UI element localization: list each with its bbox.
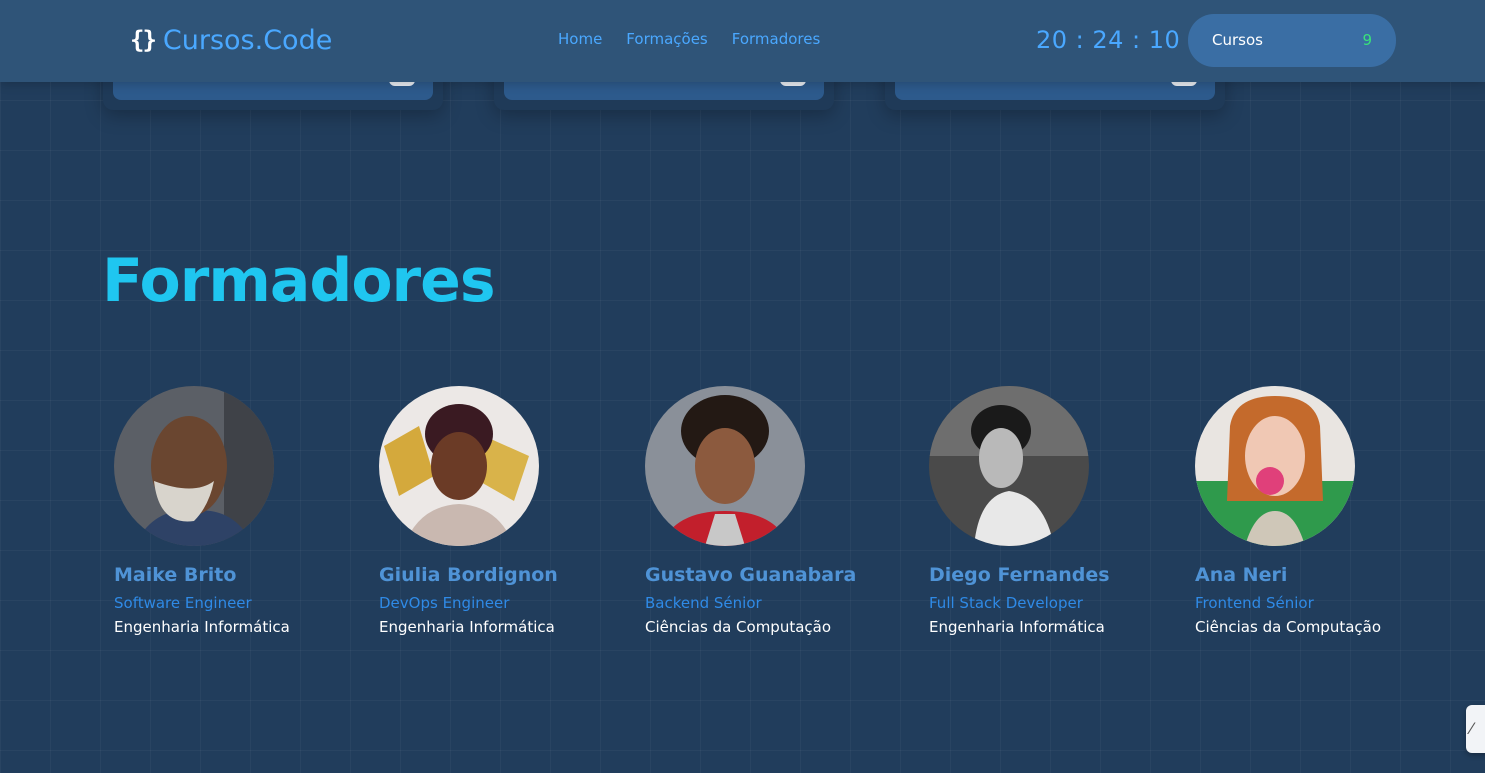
trainer-name: Maike Brito (114, 564, 237, 586)
trainer-degree: Engenharia Informática (114, 618, 290, 636)
logo[interactable]: {} Cursos.Code (130, 22, 332, 58)
courses-count-badge: 9 (1362, 31, 1372, 49)
nav-link-formacoes[interactable]: Formações (626, 30, 707, 48)
trainer-role: Software Engineer (114, 594, 252, 612)
translate-widget-button[interactable]: ⁄ (1466, 705, 1485, 753)
trainer-name: Giulia Bordignon (379, 564, 558, 586)
trainer-role: Frontend Sénior (1195, 594, 1314, 612)
braces-icon: {} (130, 26, 157, 54)
logo-text: Cursos.Code (162, 24, 333, 56)
trainer-role: Backend Sénior (645, 594, 762, 612)
avatar (929, 386, 1089, 546)
site-header: {} Cursos.Code Home Formações Formadores… (0, 0, 1485, 82)
main-nav: Home Formações Formadores (558, 30, 820, 48)
trainer-role: Full Stack Developer (929, 594, 1083, 612)
trainer-card: Maike Brito Software Engineer Engenharia… (114, 386, 384, 636)
section-title: Formadores (102, 246, 496, 316)
trainer-degree: Ciências da Computação (1195, 618, 1382, 636)
trainer-name: Diego Fernandes (929, 564, 1110, 586)
trainer-name: Gustavo Guanabara (645, 564, 857, 586)
trainer-card: Ana Neri Frontend Sénior Ciências da Com… (1195, 386, 1465, 636)
trainer-role: DevOps Engineer (379, 594, 510, 612)
trainer-card: Giulia Bordignon DevOps Engineer Engenha… (379, 386, 649, 636)
trainer-name: Ana Neri (1195, 564, 1288, 586)
avatar (645, 386, 805, 546)
avatar (379, 386, 539, 546)
translate-icon: ⁄ (1470, 719, 1473, 738)
courses-label: Cursos (1212, 31, 1263, 49)
avatar (1195, 386, 1355, 546)
courses-button[interactable]: Cursos 9 (1188, 14, 1396, 67)
clock: 20 : 24 : 10 (1036, 26, 1181, 54)
avatar (114, 386, 274, 546)
trainer-degree: Ciências da Computação (645, 618, 832, 636)
nav-link-formadores[interactable]: Formadores (732, 30, 821, 48)
trainer-card: Diego Fernandes Full Stack Developer Eng… (929, 386, 1199, 636)
trainer-degree: Engenharia Informática (379, 618, 555, 636)
trainer-card: Gustavo Guanabara Backend Sénior Ciência… (645, 386, 915, 636)
nav-link-home[interactable]: Home (558, 30, 602, 48)
trainer-degree: Engenharia Informática (929, 618, 1105, 636)
